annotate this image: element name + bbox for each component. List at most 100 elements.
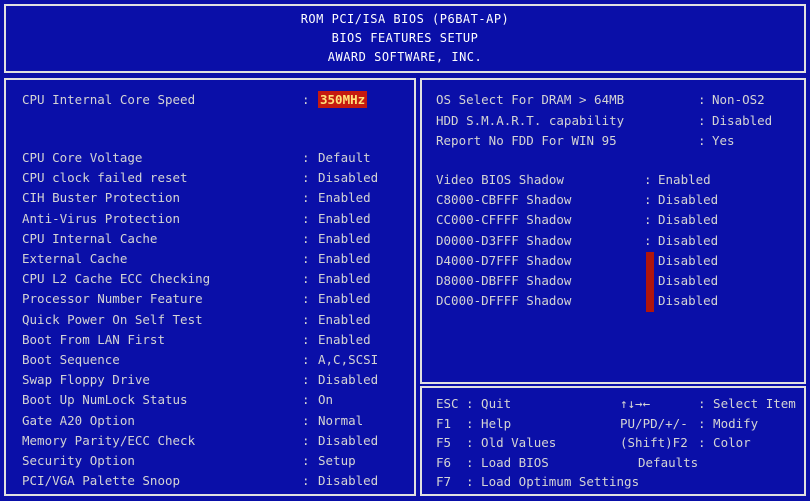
bios-header: ROM PCI/ISA BIOS (P6BAT-AP) BIOS FEATURE… [4,4,806,73]
key-action: : Old Values [466,435,557,450]
setting-label: CPU Internal Cache [22,230,158,246]
setting-label: Boot Up NumLock Status [22,392,188,408]
setting-separator: : [302,473,310,489]
cursor-marker [646,292,654,312]
setting-value[interactable]: Yes [712,133,735,148]
setting-value[interactable]: Disabled [712,113,772,128]
setting-label: OS Select For DRAM > 64MB [436,92,625,107]
setting-value[interactable]: Disabled [658,212,718,227]
setting-value[interactable]: Setup [318,453,356,468]
setting-label: D0000-D3FFF Shadow [436,232,572,248]
setting-value[interactable]: Default [318,150,371,165]
setting-label: External Cache [22,251,128,266]
setting-separator: : [302,311,310,327]
left-settings-panel: CPU Internal Core Speed : 350MHz CPU Cor… [4,78,416,496]
setting-label: Report No FDD For WIN 95 [436,133,617,148]
setting-separator: : [302,432,310,448]
key-name: F5 [436,435,452,450]
setting-value[interactable]: Enabled [318,211,371,226]
setting-value[interactable]: Disabled [318,473,378,488]
cursor-marker [646,252,654,272]
setting-value[interactable]: Normal [318,413,363,428]
setting-value[interactable]: Disabled [318,433,378,448]
key-name-right: PU/PD/+/- [620,415,688,431]
key-name-right: ↑↓→← [620,396,651,411]
setting-separator: : [302,352,310,367]
setting-value[interactable]: Enabled [318,190,371,205]
setting-value[interactable]: Disabled [658,293,718,308]
cursor-marker [646,272,654,292]
setting-label: Video BIOS Shadow [436,172,564,187]
setting-label: HDD S.M.A.R.T. capability [436,112,625,128]
setting-value[interactable]: Disabled [658,253,718,268]
setting-label: D4000-D7FFF Shadow [436,252,572,268]
setting-label: CIH Buster Protection [22,190,181,206]
key-help-panel: ESC : Quit ↑↓→← : Select Item F1 : Help PU/PD/… [420,386,806,496]
setting-label: Swap Floppy Drive [22,372,150,388]
setting-value[interactable]: A,C,SCSI [318,352,378,367]
setting-value[interactable]: Enabled [318,251,371,266]
setting-label: D8000-DBFFF Shadow [436,273,572,288]
setting-value[interactable]: Disabled [318,372,378,387]
setting-separator: : [302,412,310,428]
setting-separator: : [302,453,310,468]
setting-separator: : [302,210,310,226]
key-action-right: Defaults [638,454,699,470]
key-name: ESC [436,396,459,411]
setting-value[interactable]: Enabled [318,312,371,327]
setting-value[interactable]: Non-OS2 [712,92,765,107]
key-name: F1 [436,415,452,431]
setting-value-selected[interactable]: 350MHz [318,91,368,108]
setting-separator: : [302,190,310,206]
setting-separator: : [302,372,310,388]
setting-value[interactable]: Disabled [658,233,718,248]
setting-label: Quick Power On Self Test [22,311,203,327]
key-action: : Help [466,415,512,431]
setting-separator: : [302,271,310,287]
setting-label: Memory Parity/ECC Check [22,432,196,448]
setting-separator: : [644,172,652,187]
setting-label: Anti-Virus Protection [22,210,181,226]
setting-label: PCI/VGA Palette Snoop [22,473,181,489]
key-name: F6 [436,454,452,470]
setting-separator: : [302,291,310,307]
key-action-right: : Modify [698,415,759,431]
setting-separator: : [302,331,310,347]
bios-title: ROM PCI/ISA BIOS (P6BAT-AP) [300,12,510,26]
setting-separator: : [644,212,652,228]
setting-label: CC000-CFFFF Shadow [436,212,572,228]
setting-value[interactable]: Disabled [658,192,718,207]
setting-separator: : [302,150,310,165]
setting-value[interactable]: Enabled [318,332,371,347]
setting-value[interactable]: Enabled [658,172,711,187]
setting-separator: : [698,112,706,128]
setting-separator: : [302,251,310,266]
setting-label: CPU L2 Cache ECC Checking [22,271,211,287]
key-action: : Quit [466,396,512,411]
setting-value[interactable]: Enabled [318,271,371,286]
setting-label: DC000-DFFFF Shadow [436,293,572,309]
setting-value[interactable]: Disabled [318,170,378,185]
setting-label: CPU clock failed reset [22,170,188,186]
setting-separator: : [698,92,706,107]
setting-label: CPU Internal Core Speed [22,92,196,107]
setting-separator: : [302,392,310,408]
setting-value[interactable]: Enabled [318,231,371,246]
setting-separator: : [644,232,652,248]
setting-separator: : [698,133,706,148]
setting-separator: : [644,192,652,208]
setting-label: Gate A20 Option [22,412,135,428]
setting-separator: : [302,170,310,186]
setting-label: C8000-CBFFF Shadow [436,192,572,208]
key-action-right: : Select Item [698,396,796,411]
setting-value[interactable]: Enabled [318,291,371,306]
key-action-right: : Color [698,435,751,450]
setup-title: BIOS FEATURES SETUP [331,31,479,45]
right-settings-panel: OS Select For DRAM > 64MB: Non-OS2 HDD S.M… [420,78,806,384]
setting-label: Boot From LAN First [22,331,165,347]
key-name-right: (Shift)F2 [620,435,688,450]
setting-value[interactable]: Disabled [658,273,718,288]
setting-label: CPU Core Voltage [22,150,143,165]
key-name: F7 [436,474,452,489]
setting-value[interactable]: On [318,392,333,407]
